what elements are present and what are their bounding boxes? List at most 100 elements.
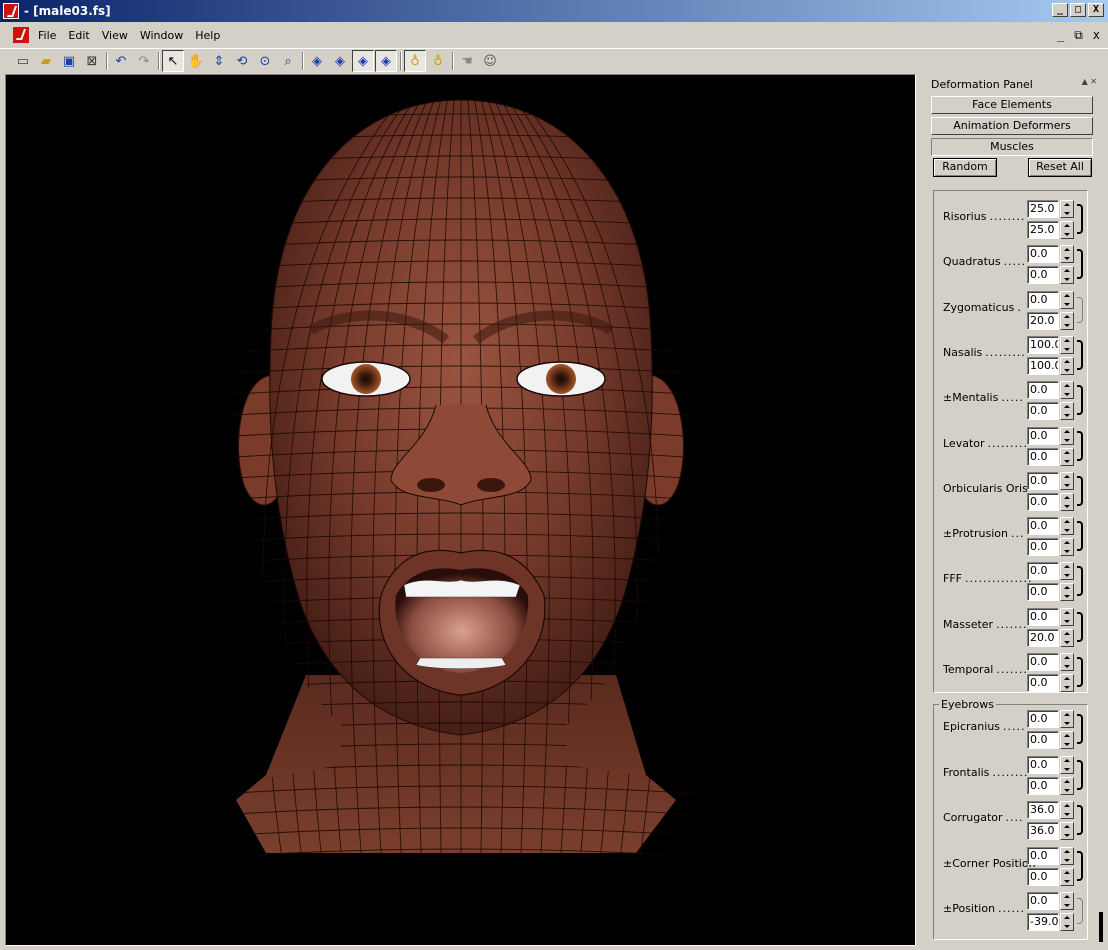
mdi-close-button[interactable]: x <box>1093 28 1100 43</box>
spin-button-bottom[interactable] <box>1060 538 1074 557</box>
spin-button-top[interactable] <box>1060 755 1074 774</box>
value-field-top[interactable]: 100.0 <box>1027 335 1059 354</box>
link-toggle-icon[interactable] <box>1077 566 1083 597</box>
spin-button-bottom[interactable] <box>1060 867 1074 886</box>
link-toggle-icon[interactable] <box>1077 339 1083 370</box>
spin-button-bottom[interactable] <box>1060 731 1074 749</box>
link-toggle-icon[interactable] <box>1077 898 1083 924</box>
undo-icon[interactable]: ↶ <box>110 50 132 72</box>
spin-button-top[interactable] <box>1060 471 1074 490</box>
value-field-top[interactable]: 0.0 <box>1027 471 1059 490</box>
value-field-top[interactable]: 0.0 <box>1027 517 1059 536</box>
value-field-bottom[interactable]: -39.0 <box>1027 913 1059 931</box>
rotate-icon[interactable]: ⟲ <box>231 50 253 72</box>
close-file-icon[interactable]: ⊠ <box>81 50 103 72</box>
value-field-top[interactable]: 36.0 <box>1027 801 1059 819</box>
face-elements-button[interactable]: Face Elements <box>931 96 1093 114</box>
redo-icon[interactable]: ↷ <box>133 50 155 72</box>
value-field-bottom[interactable]: 0.0 <box>1027 492 1059 511</box>
link-toggle-icon[interactable] <box>1077 249 1083 280</box>
random-button[interactable]: Random <box>933 158 997 177</box>
view-front-icon[interactable]: ◈ <box>306 50 328 72</box>
menu-file[interactable]: File <box>32 29 62 42</box>
value-field-bottom[interactable]: 0.0 <box>1027 731 1059 749</box>
link-toggle-icon[interactable] <box>1077 759 1083 790</box>
value-field-bottom[interactable]: 0.0 <box>1027 867 1059 886</box>
spin-button-bottom[interactable] <box>1060 776 1074 795</box>
menu-edit[interactable]: Edit <box>62 29 95 42</box>
reset-all-button[interactable]: Reset All <box>1028 158 1092 177</box>
close-button[interactable]: X <box>1088 3 1104 17</box>
mdi-restore-button[interactable]: ⧉ <box>1074 28 1083 43</box>
app-icon[interactable] <box>3 3 19 19</box>
spin-button-bottom[interactable] <box>1060 221 1074 239</box>
value-field-top[interactable]: 0.0 <box>1027 892 1059 910</box>
view-perspective-icon[interactable]: ◈ <box>375 50 397 72</box>
value-field-top[interactable]: 0.0 <box>1027 607 1059 626</box>
spin-button-bottom[interactable] <box>1060 913 1074 931</box>
spin-button-bottom[interactable] <box>1060 628 1074 647</box>
select-arrow-icon[interactable]: ↖ <box>162 50 184 72</box>
value-field-bottom[interactable]: 0.0 <box>1027 266 1059 285</box>
menu-window[interactable]: Window <box>134 29 189 42</box>
value-field-top[interactable]: 25.0 <box>1027 200 1059 218</box>
spin-button-bottom[interactable] <box>1060 402 1074 421</box>
link-toggle-icon[interactable] <box>1077 657 1083 687</box>
value-field-bottom[interactable]: 0.0 <box>1027 674 1059 692</box>
spin-button-bottom[interactable] <box>1060 356 1074 375</box>
value-field-bottom[interactable]: 20.0 <box>1027 628 1059 647</box>
spin-button-top[interactable] <box>1060 426 1074 445</box>
value-field-top[interactable]: 0.0 <box>1027 426 1059 445</box>
value-field-bottom[interactable]: 0.0 <box>1027 583 1059 602</box>
value-field-bottom[interactable]: 0.0 <box>1027 776 1059 795</box>
link-toggle-icon[interactable] <box>1077 805 1083 835</box>
spin-button-top[interactable] <box>1060 607 1074 626</box>
link-toggle-icon[interactable] <box>1077 430 1083 461</box>
spin-button-top[interactable] <box>1060 381 1074 400</box>
value-field-top[interactable]: 0.0 <box>1027 846 1059 865</box>
value-field-bottom[interactable]: 0.0 <box>1027 402 1059 421</box>
value-field-top[interactable]: 0.0 <box>1027 755 1059 774</box>
value-field-top[interactable]: 0.0 <box>1027 653 1059 671</box>
spin-button-bottom[interactable] <box>1060 492 1074 511</box>
panel-scrollbar[interactable] <box>1099 912 1103 942</box>
link-toggle-icon[interactable] <box>1077 385 1083 416</box>
link-toggle-icon[interactable] <box>1077 475 1083 506</box>
maximize-button[interactable]: □ <box>1070 3 1086 17</box>
open-folder-icon[interactable]: ▰ <box>35 50 57 72</box>
spin-button-top[interactable] <box>1060 846 1074 865</box>
light-off-icon[interactable]: ♁ <box>427 50 449 72</box>
value-field-top[interactable]: 0.0 <box>1027 245 1059 264</box>
value-field-bottom[interactable]: 25.0 <box>1027 221 1059 239</box>
value-field-bottom[interactable]: 0.0 <box>1027 538 1059 557</box>
3d-viewport[interactable] <box>5 74 916 946</box>
value-field-top[interactable]: 0.0 <box>1027 290 1059 309</box>
spin-button-top[interactable] <box>1060 562 1074 581</box>
value-field-bottom[interactable]: 0.0 <box>1027 447 1059 466</box>
move-icon[interactable]: ⇕ <box>208 50 230 72</box>
spin-button-bottom[interactable] <box>1060 311 1074 330</box>
value-field-top[interactable]: 0.0 <box>1027 381 1059 400</box>
light-on-icon[interactable]: ♁ <box>404 50 426 72</box>
spin-button-top[interactable] <box>1060 710 1074 728</box>
link-toggle-icon[interactable] <box>1077 521 1083 552</box>
spin-button-bottom[interactable] <box>1060 447 1074 466</box>
spin-button-top[interactable] <box>1060 801 1074 819</box>
orbit-icon[interactable]: ⊙ <box>254 50 276 72</box>
link-toggle-icon[interactable] <box>1077 611 1083 642</box>
value-field-bottom[interactable]: 100.0 <box>1027 356 1059 375</box>
spin-button-top[interactable] <box>1060 200 1074 218</box>
grab-hand-icon[interactable]: ☚ <box>456 50 478 72</box>
value-field-bottom[interactable]: 20.0 <box>1027 311 1059 330</box>
save-icon[interactable]: ▣ <box>58 50 80 72</box>
spin-button-top[interactable] <box>1060 653 1074 671</box>
spin-button-top[interactable] <box>1060 892 1074 910</box>
muscles-button[interactable]: Muscles <box>931 138 1093 156</box>
spin-button-top[interactable] <box>1060 517 1074 536</box>
value-field-bottom[interactable]: 36.0 <box>1027 822 1059 840</box>
link-toggle-icon[interactable] <box>1077 204 1083 234</box>
link-toggle-icon[interactable] <box>1077 296 1083 323</box>
document-icon[interactable] <box>13 27 29 43</box>
view-side-icon[interactable]: ◈ <box>329 50 351 72</box>
spin-button-top[interactable] <box>1060 245 1074 264</box>
